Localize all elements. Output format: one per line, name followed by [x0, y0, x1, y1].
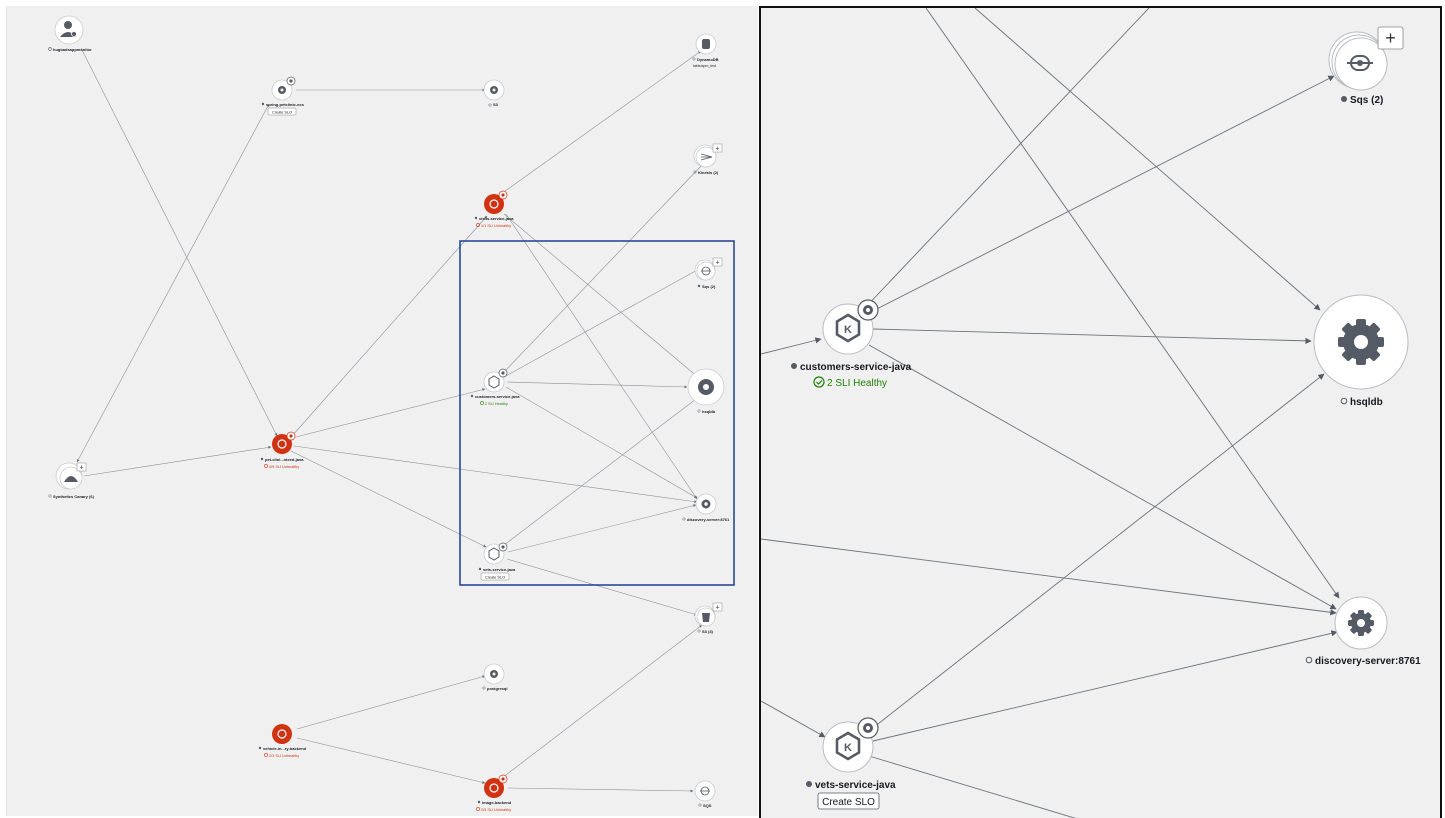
- detail-zoom-panel[interactable]: + Sqs (2) K customers-service-java 2 SLI…: [759, 6, 1442, 818]
- node-label: SQS: [703, 803, 712, 808]
- node-label: hsqldb: [702, 409, 716, 414]
- bucket-icon: [702, 613, 710, 622]
- svg-text:+: +: [79, 465, 83, 472]
- sli-status: 2/3 SLI Unhealthy: [269, 754, 299, 758]
- node-label: spring-petclinic-ecs: [266, 102, 305, 107]
- node-label: Kinesis (2): [698, 170, 719, 175]
- sli-status: 2 SLI Healthy: [485, 402, 508, 406]
- svg-text:K: K: [844, 742, 852, 754]
- node-dynamodb[interactable]: DynamoDB table/apm_test: [692, 33, 719, 68]
- node-label: Synthetics Canary (6): [53, 494, 95, 499]
- svg-text:K: K: [844, 324, 852, 336]
- node-hsqldb[interactable]: hsqldb: [687, 368, 725, 414]
- gear-icon: [1348, 610, 1374, 636]
- node-label: customers-service-java: [800, 362, 912, 373]
- node-sqs-bottom[interactable]: SQS: [694, 780, 716, 808]
- sli-status: 1/1 SLI Unhealthy: [481, 224, 511, 228]
- node-label: postgresql: [487, 686, 507, 691]
- svg-text:Create SLO: Create SLO: [485, 576, 505, 580]
- detail-edges: [761, 8, 1340, 818]
- node-image-backend[interactable]: image-backend 0/5 SLI Unhealthy: [476, 774, 512, 812]
- node-sqs[interactable]: + Sqs (2): [1328, 26, 1404, 106]
- sli-status: 2 SLI Healthy: [827, 378, 887, 389]
- svg-text:+: +: [715, 605, 719, 612]
- node-label: Sqs (2): [1350, 95, 1383, 106]
- node-hugbadsappmonitor[interactable]: hugbadsappmonitor: [48, 15, 93, 52]
- svg-text:Create SLO: Create SLO: [272, 111, 292, 115]
- check-circle-icon: [813, 376, 825, 388]
- sli-status: 4/9 SLI Unhealthy: [269, 465, 299, 469]
- node-discovery-server[interactable]: discovery-server:8761: [682, 493, 730, 522]
- gear-icon: [1338, 319, 1384, 365]
- overview-edges: [76, 47, 704, 793]
- create-slo-button[interactable]: Create SLO: [817, 792, 880, 810]
- sli-status: 0/5 SLI Unhealthy: [481, 808, 511, 812]
- detail-graph[interactable]: + Sqs (2) K customers-service-java 2 SLI…: [761, 8, 1442, 818]
- node-sqs[interactable]: + Sqs (2): [694, 257, 723, 289]
- node-customers-service-java[interactable]: customers-service-java 2 SLI Healthy: [470, 368, 520, 406]
- node-label: S3: [493, 102, 499, 107]
- node-kinesis[interactable]: + Kinesis (2): [693, 143, 723, 175]
- database-icon: [702, 39, 710, 49]
- node-label: hsqldb: [1350, 397, 1383, 408]
- node-postgresql[interactable]: postgresql: [482, 663, 508, 691]
- node-label: vets-service-java: [483, 567, 516, 572]
- node-vehicle-backend[interactable]: vehicle-in...ry-backend 2/3 SLI Unhealth…: [258, 724, 307, 758]
- node-sublabel: table/apm_test: [693, 64, 716, 68]
- svg-text:+: +: [1385, 28, 1396, 48]
- node-visits-service-java[interactable]: visits-service-java 1/1 SLI Unhealthy: [474, 190, 514, 228]
- node-s3-3[interactable]: + S3 (3): [694, 602, 723, 634]
- node-label: DynamoDB: [697, 57, 719, 62]
- node-label: discovery-server:8761: [687, 517, 730, 522]
- node-label: pet-clini...nteed-java: [265, 457, 304, 462]
- node-vets-service-java[interactable]: K vets-service-java Create SLO: [806, 717, 896, 810]
- svg-text:+: +: [715, 146, 719, 153]
- node-label: Sqs (2): [702, 284, 716, 289]
- node-label: hugbadsappmonitor: [53, 47, 92, 52]
- node-label: S3 (3): [702, 629, 714, 634]
- overview-map-panel[interactable]: hugbadsappmonitor spring-petclinic-ecs C…: [6, 6, 758, 816]
- node-spring-petclinic-ecs[interactable]: spring-petclinic-ecs Create SLO: [261, 76, 305, 116]
- node-label: customers-service-java: [475, 394, 520, 399]
- svg-text:+: +: [715, 260, 719, 267]
- overview-graph[interactable]: hugbadsappmonitor spring-petclinic-ecs C…: [7, 6, 758, 816]
- node-synthetics-canary[interactable]: + Synthetics Canary (6): [48, 462, 95, 499]
- node-label: vehicle-in...ry-backend: [263, 746, 307, 751]
- node-label: discovery-server:8761: [1315, 656, 1421, 667]
- node-hsqldb[interactable]: hsqldb: [1313, 294, 1409, 408]
- node-label: vets-service-java: [815, 780, 896, 791]
- node-s3[interactable]: S3: [483, 79, 505, 107]
- node-pet-clinic-service[interactable]: pet-clini...nteed-java 4/9 SLI Unhealthy: [260, 431, 304, 469]
- node-label: image-backend: [482, 800, 512, 805]
- svg-text:Create SLO: Create SLO: [822, 797, 875, 808]
- node-vets-service-java[interactable]: vets-service-java Create SLO: [478, 542, 516, 581]
- node-customers-service-java[interactable]: K customers-service-java 2 SLI Healthy: [791, 299, 912, 389]
- node-discovery-server[interactable]: discovery-server:8761: [1305, 596, 1421, 667]
- node-label: visits-service-java: [479, 216, 514, 221]
